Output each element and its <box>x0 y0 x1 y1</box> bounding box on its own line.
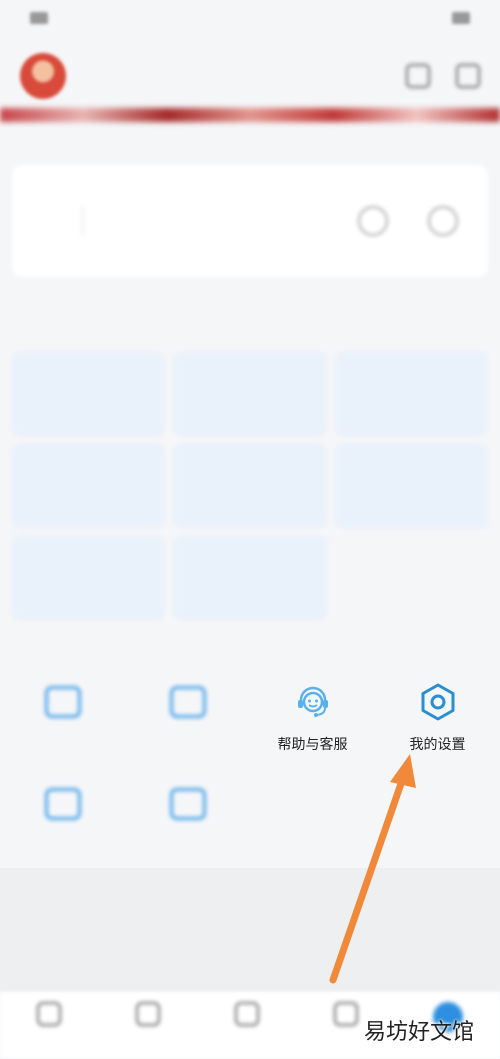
hexagon-settings-icon <box>416 680 460 724</box>
service-grid <box>12 352 488 620</box>
service-tile[interactable] <box>173 352 327 436</box>
service-icon <box>41 782 85 826</box>
signal-icon <box>30 12 48 24</box>
tab-icon <box>234 1002 259 1026</box>
box-icon <box>44 686 81 718</box>
service-tile[interactable] <box>173 536 327 620</box>
watermark: 易坊好文馆 <box>363 1020 474 1045</box>
service-tile[interactable] <box>173 444 327 528</box>
banner-strip[interactable] <box>0 108 500 122</box>
service-icon <box>41 680 85 724</box>
avatar[interactable] <box>20 53 66 99</box>
box-icon <box>169 788 206 820</box>
service-icon <box>166 680 210 724</box>
tab-home[interactable] <box>37 1002 62 1030</box>
message-icon[interactable] <box>456 64 480 88</box>
status-left <box>30 12 54 24</box>
info-icon[interactable] <box>428 206 458 236</box>
personal-services: 帮助与客服 我的设置 <box>0 680 500 836</box>
tab-3[interactable] <box>234 1002 259 1030</box>
service-tile[interactable] <box>12 352 166 436</box>
home-icon <box>37 1002 62 1026</box>
my-settings-button[interactable]: 我的设置 <box>375 680 500 754</box>
service-icon <box>166 782 210 826</box>
data-usage-card[interactable] <box>12 165 488 277</box>
refresh-icon[interactable] <box>358 206 388 236</box>
box-icon <box>169 686 206 718</box>
service-item[interactable] <box>0 782 125 836</box>
status-right <box>446 12 470 24</box>
divider <box>82 206 83 236</box>
service-label: 我的设置 <box>409 737 466 753</box>
service-tile[interactable] <box>334 352 488 436</box>
footer-area <box>0 868 500 992</box>
profile-header <box>0 36 500 116</box>
tab-4[interactable] <box>333 1002 358 1030</box>
help-and-service-button[interactable]: 帮助与客服 <box>250 680 375 754</box>
service-item[interactable] <box>0 680 125 754</box>
service-label: 帮助与客服 <box>277 737 348 753</box>
status-bar <box>0 0 500 36</box>
headset-icon <box>291 680 335 724</box>
service-tile[interactable] <box>12 536 166 620</box>
battery-icon <box>452 12 470 24</box>
tab-icon <box>136 1002 161 1026</box>
card-icons <box>358 206 458 236</box>
box-icon <box>44 788 81 820</box>
tab-2[interactable] <box>136 1002 161 1030</box>
service-item[interactable] <box>125 782 250 836</box>
service-tile[interactable] <box>334 444 488 528</box>
tab-icon <box>333 1002 358 1026</box>
service-item[interactable] <box>125 680 250 754</box>
scan-icon[interactable] <box>406 64 430 88</box>
header-icons <box>406 64 480 88</box>
service-tile[interactable] <box>12 444 166 528</box>
